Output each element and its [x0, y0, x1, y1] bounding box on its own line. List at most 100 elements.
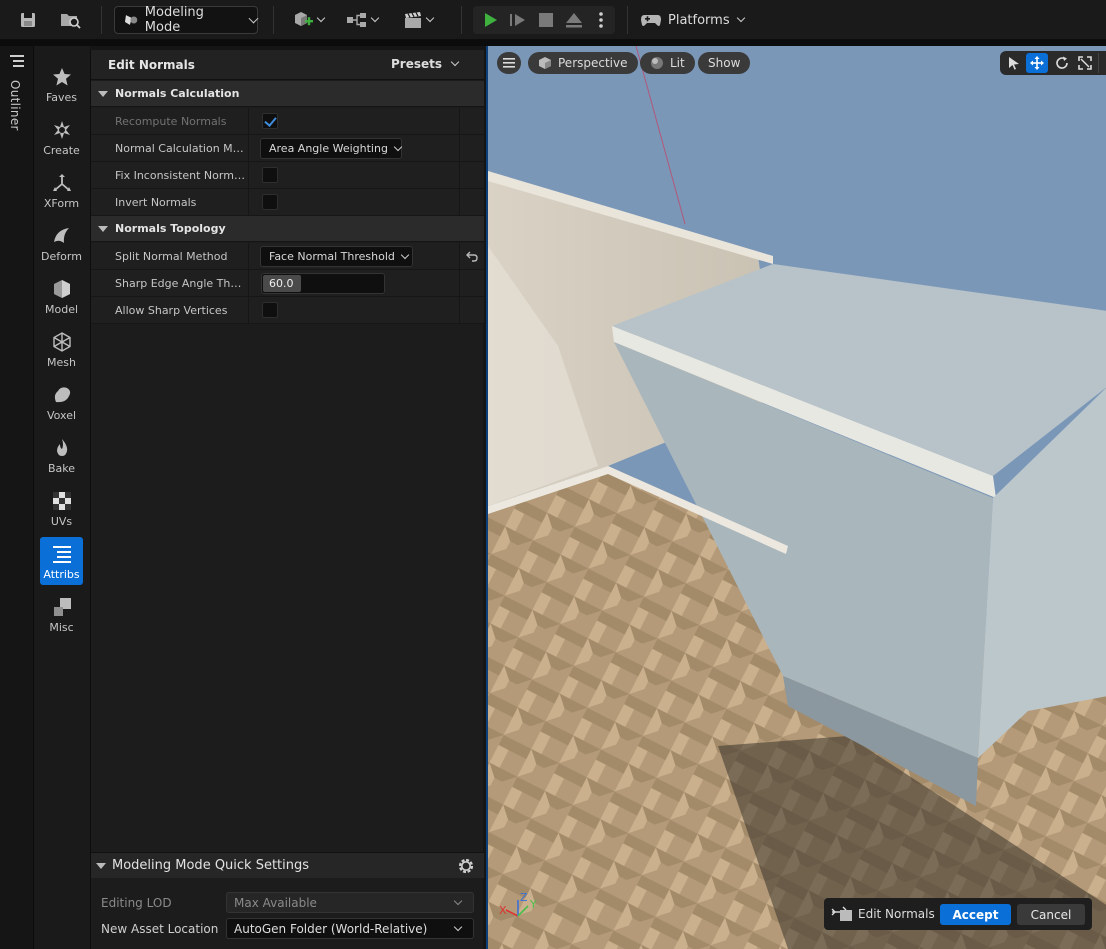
select-tool[interactable]	[1003, 53, 1024, 73]
category-bake[interactable]: Bake	[40, 431, 83, 479]
scene-render	[488, 46, 1106, 949]
row-allow-sharp-vertices: Allow Sharp Vertices	[91, 297, 484, 324]
editing-lod-dropdown[interactable]: Max Available	[226, 892, 474, 913]
category-label: UVs	[50, 515, 73, 528]
row-new-asset-location: New Asset Location AutoGen Folder (World…	[91, 916, 484, 942]
add-cube-icon	[295, 12, 313, 26]
category-label: Voxel	[46, 409, 77, 422]
advance-frame-button[interactable]	[505, 6, 531, 34]
blueprint-icon	[347, 13, 366, 27]
play-icon	[485, 13, 497, 27]
chevron-down-icon	[736, 13, 745, 23]
category-misc[interactable]: Misc	[40, 590, 83, 638]
category-label: Misc	[49, 621, 74, 634]
section-title: Normals Topology	[115, 222, 226, 235]
recompute-normals-checkbox[interactable]	[262, 113, 278, 129]
cinematics-button[interactable]	[398, 6, 438, 34]
platforms-menu[interactable]: Platforms	[640, 6, 745, 34]
mesh-icon	[52, 332, 71, 352]
uvs-icon	[52, 492, 71, 510]
clapperboard-icon	[405, 12, 421, 28]
viewport-menu-button[interactable]	[497, 52, 521, 74]
axis-x-label: X	[499, 904, 507, 917]
row-recompute-normals: Recompute Normals	[91, 108, 484, 135]
level-viewport[interactable]: Perspective Lit Show X Z Y Edit Normals …	[486, 46, 1106, 949]
category-label: Deform	[41, 250, 82, 263]
sharp-edge-angle-input[interactable]: 60.0	[261, 273, 385, 294]
category-model[interactable]: Model	[40, 272, 83, 320]
section-normals-calculation[interactable]: Normals Calculation	[91, 81, 484, 107]
category-label: Create	[43, 144, 80, 157]
chevron-down-icon	[453, 922, 463, 932]
chevron-down-icon	[453, 896, 463, 906]
modeling-category-bar: Faves Create XForm Deform Model Mesh Vox…	[34, 46, 90, 949]
cube-icon	[539, 57, 551, 69]
collapse-arrow-icon	[96, 862, 106, 869]
outliner-tab[interactable]: Outliner	[0, 46, 34, 949]
attribs-icon	[52, 546, 71, 563]
invert-normals-checkbox[interactable]	[262, 194, 278, 210]
translate-tool[interactable]	[1026, 53, 1048, 73]
eject-button[interactable]	[561, 6, 587, 34]
content-browser-button[interactable]	[56, 6, 86, 34]
deform-icon	[53, 228, 69, 243]
save-button[interactable]	[14, 6, 42, 34]
dropdown-value: Max Available	[234, 895, 317, 910]
vertical-dots-icon	[599, 12, 603, 28]
transform-tools	[1000, 51, 1106, 75]
category-voxel[interactable]: Voxel	[40, 378, 83, 426]
mode-selector[interactable]: Modeling Mode	[114, 5, 259, 35]
allow-sharp-vertices-checkbox[interactable]	[262, 302, 278, 318]
add-actor-button[interactable]	[288, 6, 328, 34]
category-uvs[interactable]: UVs	[40, 484, 83, 532]
reset-to-default-icon[interactable]	[466, 250, 478, 262]
xform-icon	[52, 174, 71, 191]
move-icon	[1030, 56, 1044, 70]
presets-menu[interactable]: Presets	[391, 57, 460, 71]
main-toolbar: Modeling Mode Platforms	[0, 0, 1106, 40]
category-deform[interactable]: Deform	[40, 219, 83, 267]
overflow-tool[interactable]	[1098, 53, 1106, 73]
category-label: Attribs	[43, 568, 80, 581]
play-button[interactable]	[477, 6, 503, 34]
category-label: Mesh	[47, 356, 76, 369]
rotate-icon	[1055, 56, 1068, 69]
normal-calculation-method-dropdown[interactable]: Area Angle Weighting	[260, 138, 403, 159]
outliner-list-icon	[10, 55, 24, 67]
section-title: Normals Calculation	[115, 87, 240, 100]
play-options-button[interactable]	[591, 6, 611, 34]
perspective-button[interactable]: Perspective	[528, 52, 638, 74]
category-faves[interactable]: Faves	[40, 60, 83, 108]
lit-button[interactable]: Lit	[640, 52, 695, 74]
axis-z-label: Z	[520, 892, 528, 904]
quick-settings-header[interactable]: Modeling Mode Quick Settings	[91, 852, 484, 878]
category-mesh[interactable]: Mesh	[40, 325, 83, 373]
new-asset-location-dropdown[interactable]: AutoGen Folder (World-Relative)	[226, 918, 474, 939]
scale-tool[interactable]	[1074, 53, 1095, 73]
show-button[interactable]: Show	[698, 52, 751, 74]
blueprint-button[interactable]	[342, 6, 382, 34]
stop-button[interactable]	[533, 6, 559, 34]
quick-settings-title: Modeling Mode Quick Settings	[112, 858, 310, 873]
play-controls	[473, 6, 615, 34]
category-attribs[interactable]: Attribs	[40, 537, 83, 585]
section-normals-topology[interactable]: Normals Topology	[91, 216, 484, 242]
lit-sphere-icon	[651, 57, 663, 69]
category-xform[interactable]: XForm	[40, 166, 83, 214]
gear-icon[interactable]	[456, 856, 476, 876]
cancel-button[interactable]: Cancel	[1017, 904, 1085, 925]
property-label: Fix Inconsistent Normals	[115, 169, 245, 182]
chevron-down-icon	[425, 13, 435, 23]
chevron-down-icon	[316, 13, 326, 23]
property-label: Recompute Normals	[115, 115, 227, 128]
accept-button[interactable]: Accept	[940, 904, 1011, 925]
category-label: Faves	[45, 91, 78, 104]
tool-accept-bar: Edit Normals Accept Cancel	[824, 898, 1092, 930]
split-normal-method-dropdown[interactable]: Face Normal Threshold	[260, 246, 413, 267]
rotate-tool[interactable]	[1051, 53, 1072, 73]
platforms-label: Platforms	[668, 12, 730, 28]
category-label: Bake	[47, 462, 76, 475]
category-create[interactable]: Create	[40, 113, 83, 161]
collapse-arrow-icon	[98, 225, 108, 232]
fix-inconsistent-normals-checkbox[interactable]	[262, 167, 278, 183]
